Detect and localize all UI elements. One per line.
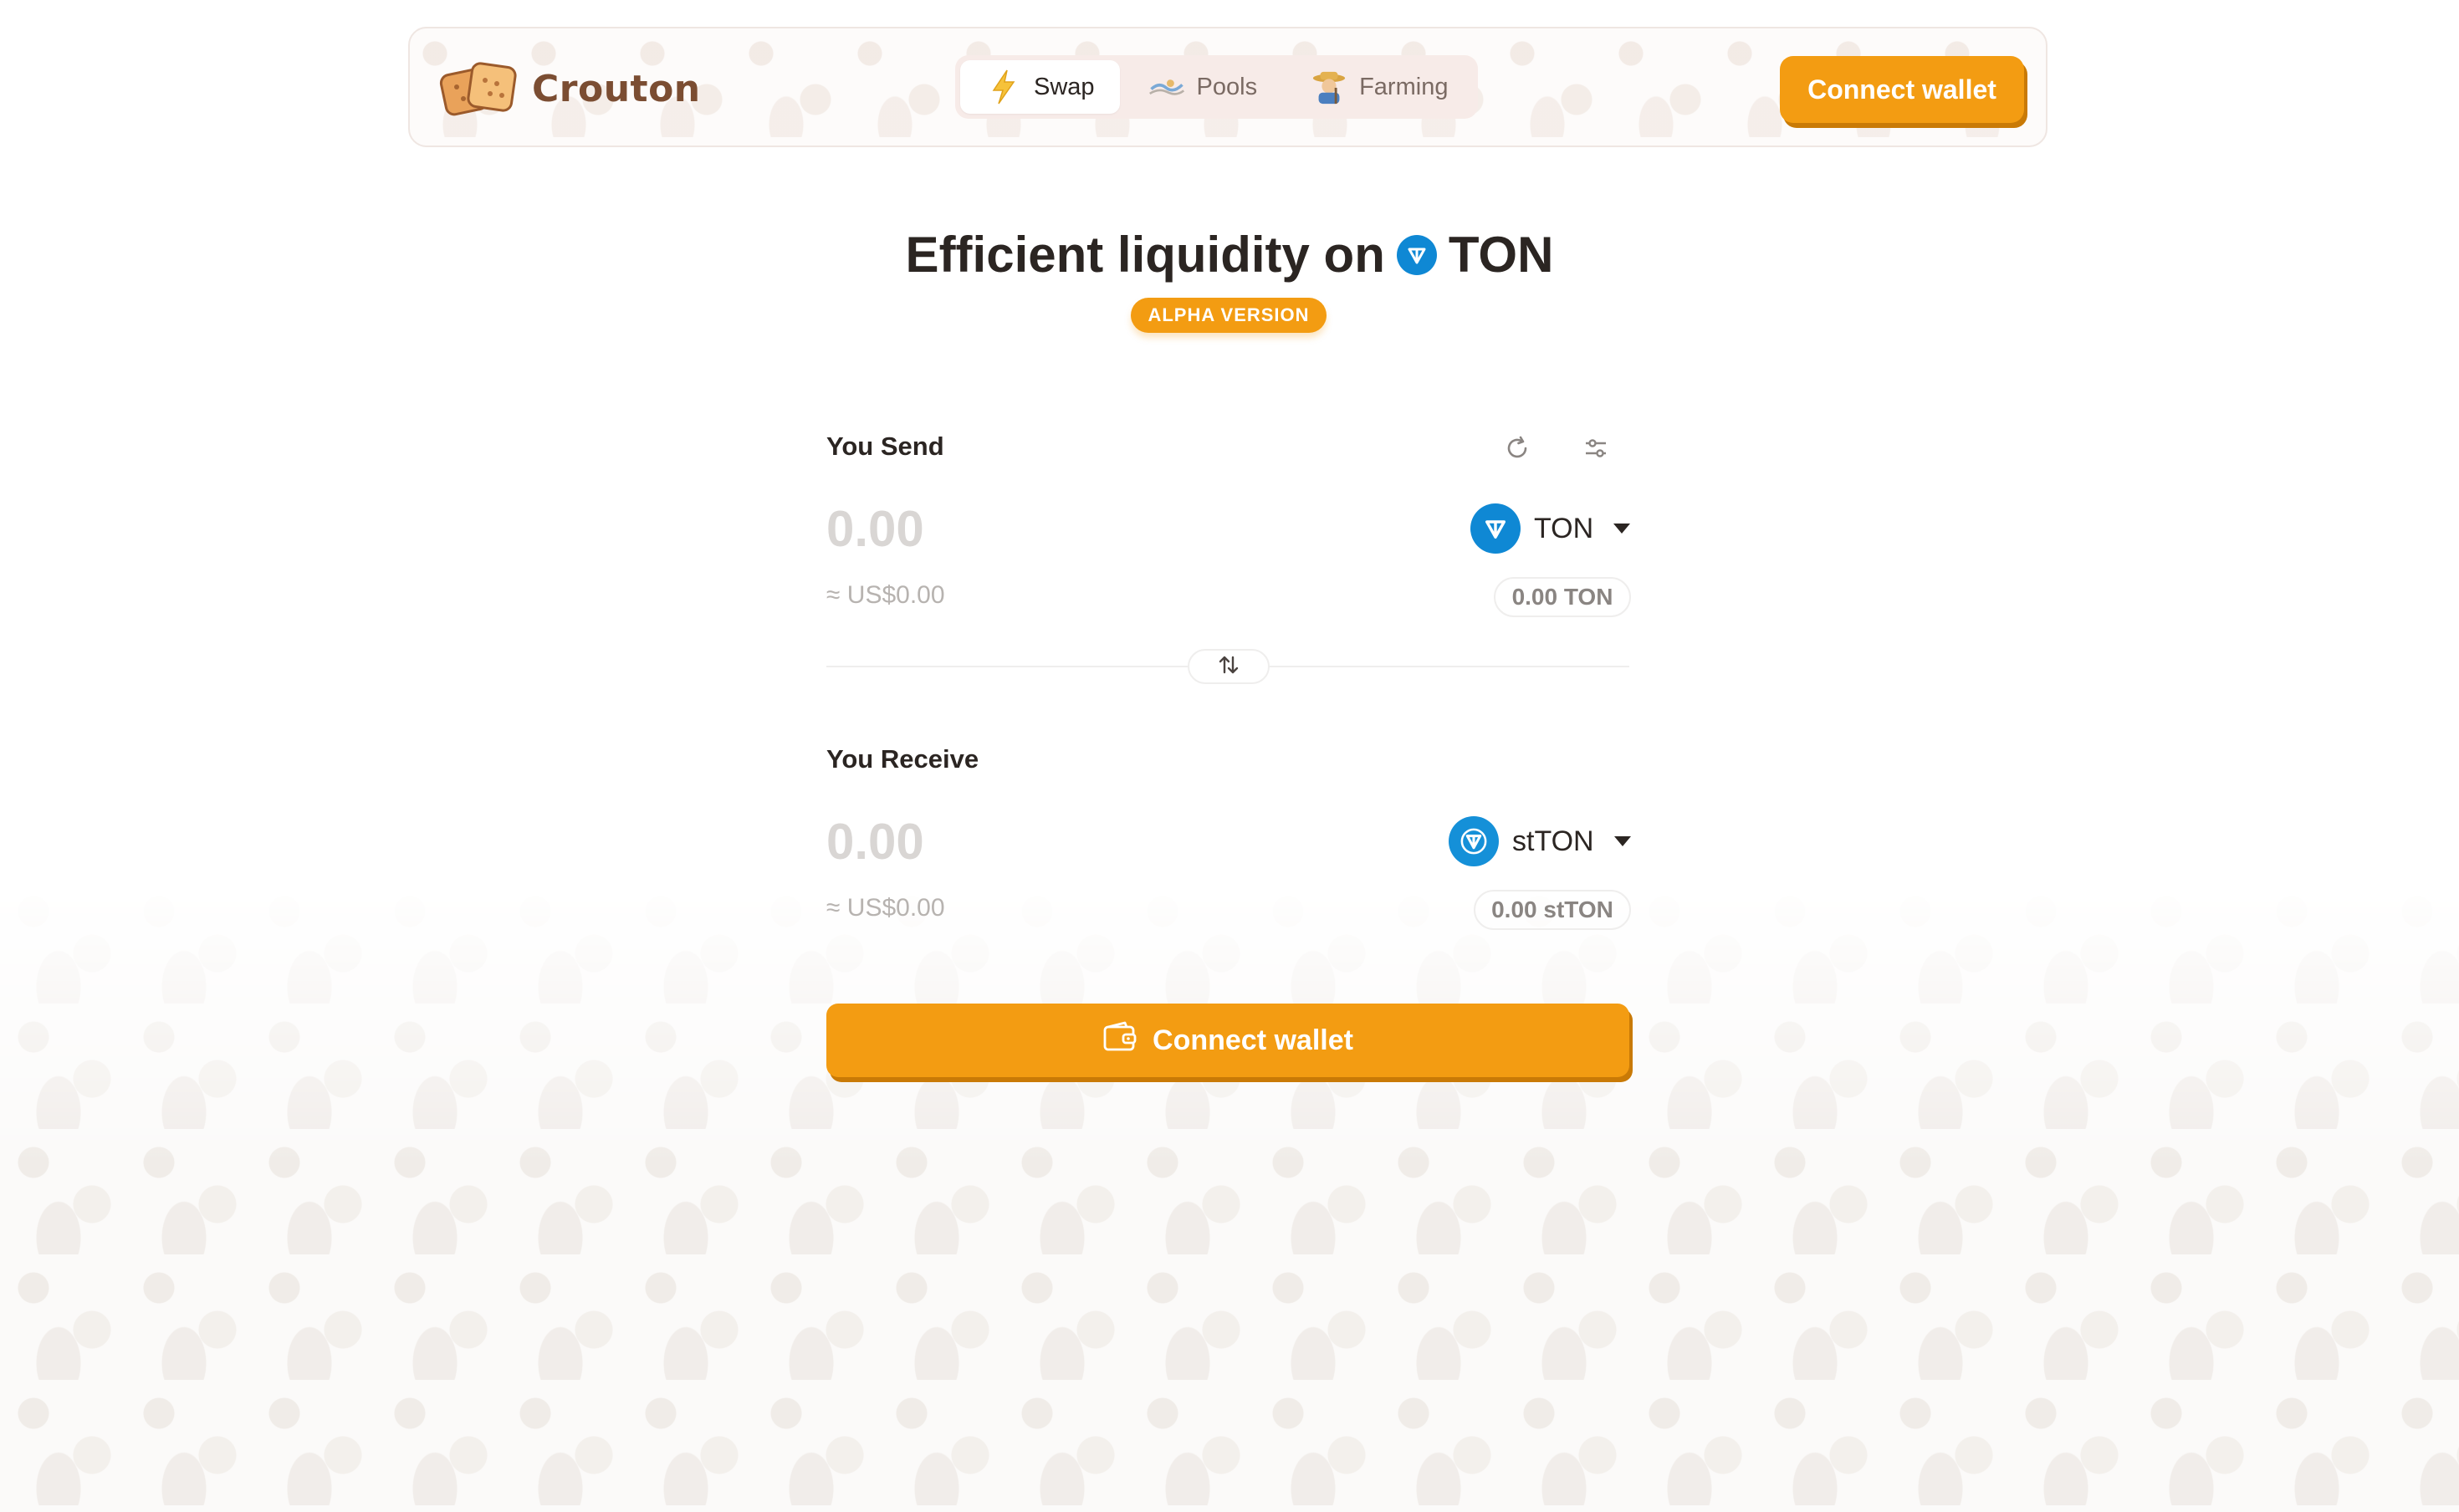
send-amount-input[interactable]: 0.00 <box>826 500 924 558</box>
wallet-icon <box>1102 1021 1137 1060</box>
logo[interactable]: Crouton <box>438 59 701 119</box>
receive-token-label: stTON <box>1512 825 1594 857</box>
receive-token-selector[interactable]: stTON <box>1449 816 1631 866</box>
send-balance[interactable]: 0.00 TON <box>1494 577 1631 617</box>
tab-farming-label: Farming <box>1359 73 1449 100</box>
tab-pools[interactable]: Pools <box>1123 60 1283 114</box>
receive-label: You Receive <box>826 744 979 774</box>
ton-icon <box>1396 234 1437 275</box>
tab-pools-label: Pools <box>1196 73 1258 100</box>
chevron-down-icon <box>1613 836 1631 846</box>
connect-wallet-label: Connect wallet <box>1153 1024 1353 1056</box>
chevron-down-icon <box>1613 524 1631 534</box>
crouton-logo-icon <box>438 59 520 119</box>
swap-arrows-icon <box>1216 652 1241 682</box>
title-prefix: Efficient liquidity on <box>905 227 1385 283</box>
main-nav: Swap Pools Farming <box>955 55 1479 119</box>
connect-wallet-button[interactable]: Connect wallet <box>826 1004 1629 1077</box>
send-label: You Send <box>826 432 944 461</box>
brand-name: Crouton <box>532 67 701 110</box>
header-connect-wallet-button[interactable]: Connect wallet <box>1780 56 2024 123</box>
pool-icon <box>1148 69 1185 105</box>
receive-amount-input[interactable]: 0.00 <box>826 813 924 871</box>
tab-swap[interactable]: Swap <box>960 60 1120 114</box>
title-token: TON <box>1448 227 1554 283</box>
stton-token-icon <box>1449 816 1499 866</box>
send-token-label: TON <box>1534 512 1594 544</box>
page-title: Efficient liquidity on TON <box>0 226 2459 284</box>
farmer-icon <box>1311 69 1347 105</box>
ton-token-icon <box>1470 503 1521 554</box>
send-usd-value: ≈ US$0.00 <box>826 581 945 609</box>
top-header: Crouton Swap Pools Farming Connect walle… <box>408 27 2047 147</box>
settings-sliders-icon[interactable] <box>1579 432 1613 465</box>
refresh-icon[interactable] <box>1500 432 1534 465</box>
lightning-icon <box>985 69 1022 105</box>
background-pattern <box>0 878 2459 1512</box>
alpha-version-badge: ALPHA VERSION <box>1131 298 1327 333</box>
swap-direction-button[interactable] <box>1188 649 1270 684</box>
send-token-selector[interactable]: TON <box>1470 503 1631 554</box>
tab-farming[interactable]: Farming <box>1286 60 1473 114</box>
tab-swap-label: Swap <box>1034 73 1095 100</box>
receive-usd-value: ≈ US$0.00 <box>826 894 945 922</box>
receive-balance[interactable]: 0.00 stTON <box>1474 890 1631 930</box>
